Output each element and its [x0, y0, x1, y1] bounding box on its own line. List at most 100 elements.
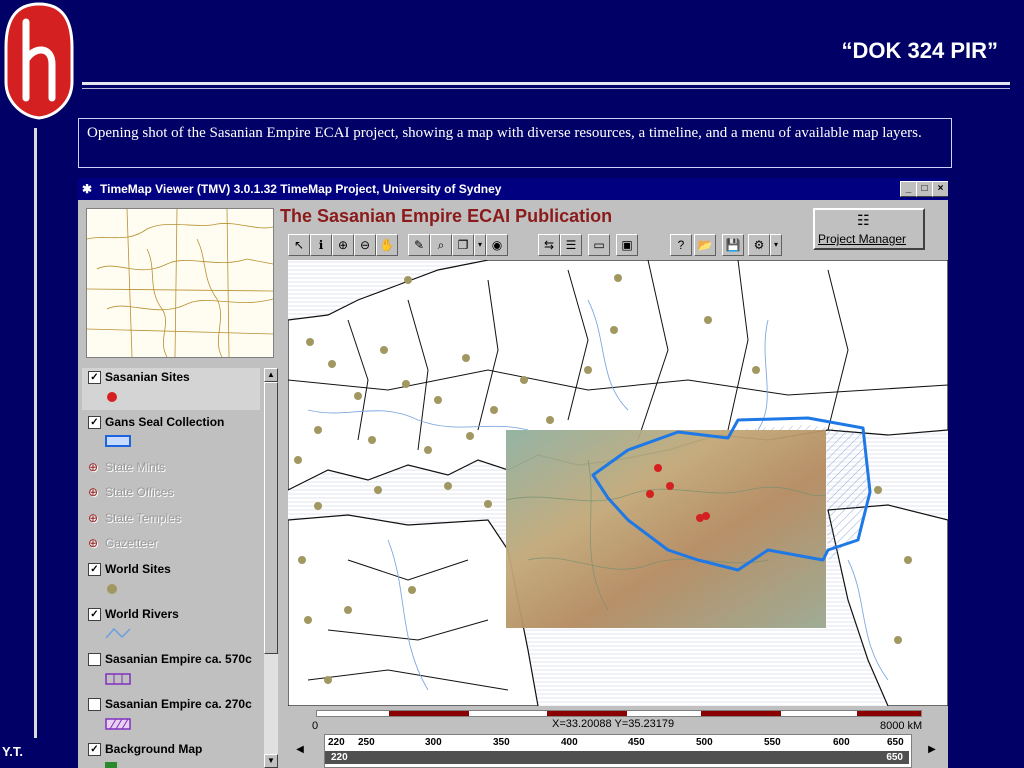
layer-checkbox[interactable]: [88, 653, 101, 667]
project-manager-button[interactable]: ☷ Project Manager: [813, 208, 925, 250]
layer-world-sites[interactable]: ✓ World Sites: [88, 562, 171, 578]
maximize-button[interactable]: □: [916, 181, 933, 197]
dropdown-icon[interactable]: ▾: [770, 234, 782, 256]
layer-label: Gans Seal Collection: [105, 415, 225, 429]
copy-icon[interactable]: ❐: [452, 234, 474, 256]
layer-label: World Rivers: [105, 607, 179, 621]
minimize-button[interactable]: _: [900, 181, 917, 197]
layer-state-offices[interactable]: ⊕ State Offices: [88, 485, 173, 501]
scale-end: 8000 kM: [880, 720, 923, 732]
arrange-icon[interactable]: ⇆: [538, 234, 560, 256]
layers-icon[interactable]: ☰: [560, 234, 582, 256]
magnifier-icon: ⊕: [88, 460, 99, 474]
layer-sasanian-sites[interactable]: ✓ Sasanian Sites: [88, 370, 190, 386]
layer-checkbox[interactable]: [88, 698, 101, 712]
help-icon[interactable]: ?: [670, 234, 692, 256]
timeline-tick: 400: [561, 737, 578, 748]
range-end: 650: [886, 752, 903, 763]
save-icon[interactable]: 💾: [722, 234, 744, 256]
window-title: TimeMap Viewer (TMV) 3.0.1.32 TimeMap Pr…: [100, 182, 502, 196]
pan-hand-icon[interactable]: ✋: [376, 234, 398, 256]
info-icon[interactable]: ℹ: [310, 234, 332, 256]
slide-footer: Y.T.: [2, 744, 23, 759]
scroll-down-icon[interactable]: ▼: [264, 754, 278, 768]
timeline-panel: 0 X=33.20088 Y=35.23179 8000 kM ◀ 220 25…: [288, 706, 948, 768]
layer-sasanian-empire-270[interactable]: Sasanian Empire ca. 270c: [88, 697, 252, 713]
timeline-right-arrow-icon[interactable]: ▶: [924, 740, 940, 760]
layer-checkbox[interactable]: ✓: [88, 416, 101, 430]
app-icon: ✱: [82, 182, 93, 196]
scale-bar: [316, 710, 922, 717]
layer-label: Sasanian Sites: [105, 370, 190, 384]
timeline-selected-range[interactable]: 220 650: [325, 751, 909, 764]
layer-gans-seal-collection[interactable]: ✓ Gans Seal Collection: [88, 415, 224, 431]
overview-map[interactable]: [86, 208, 274, 358]
zoom-out-icon[interactable]: ⊖: [354, 234, 376, 256]
timeline-tick: 300: [425, 737, 442, 748]
select-arrow-icon[interactable]: ↖: [288, 234, 310, 256]
timeline-tick: 450: [628, 737, 645, 748]
timeline-ticks: 220 250 300 350 400 450 500 550 600 650: [325, 737, 911, 749]
layer-label: State Offices: [105, 485, 174, 499]
layer-checkbox[interactable]: ✓: [88, 371, 101, 385]
overview-map-outlines: [87, 209, 273, 357]
relief-raster: [506, 430, 826, 628]
timeline-left-arrow-icon[interactable]: ◀: [292, 740, 308, 760]
dropdown-icon[interactable]: ▾: [474, 234, 486, 256]
range-start: 220: [331, 752, 348, 763]
timeline-ruler[interactable]: 220 250 300 350 400 450 500 550 600 650 …: [324, 734, 912, 768]
timeline-tick: 650: [887, 737, 904, 748]
magnifier-icon: ⊕: [88, 536, 99, 550]
olive-dot-legend-icon: [107, 584, 117, 594]
window-titlebar[interactable]: ✱ TimeMap Viewer (TMV) 3.0.1.32 TimeMap …: [78, 178, 948, 200]
green-box-legend-icon: [105, 762, 117, 768]
close-button[interactable]: ×: [932, 181, 948, 197]
layer-sasanian-empire-570[interactable]: Sasanian Empire ca. 570c: [88, 652, 252, 668]
layer-background-map[interactable]: ✓ Background Map: [88, 742, 202, 758]
project-manager-icon: ☷: [857, 212, 870, 228]
main-map[interactable]: [288, 260, 948, 706]
layer-world-rivers[interactable]: ✓ World Rivers: [88, 607, 179, 623]
timeline-tick: 220: [328, 737, 345, 748]
layers-panel: ✓ Sasanian Sites ✓ Gans Seal Collection ⊕ S…: [82, 368, 278, 768]
timeline-tick: 550: [764, 737, 781, 748]
slide-rule: [82, 82, 1010, 85]
slide-caption: Opening shot of the Sasanian Empire ECAI…: [78, 118, 952, 168]
scale-start: 0: [312, 720, 319, 732]
layer-label: Sasanian Empire ca. 570c: [105, 652, 252, 666]
layer-checkbox[interactable]: ✓: [88, 563, 101, 577]
river-line-legend-icon: [105, 627, 131, 639]
layer-checkbox[interactable]: ✓: [88, 743, 101, 757]
open-folder-icon[interactable]: 📂: [694, 234, 716, 256]
layers-scrollbar[interactable]: ▲ ▼: [264, 368, 278, 768]
tag-icon[interactable]: ✎: [408, 234, 430, 256]
scroll-up-icon[interactable]: ▲: [264, 368, 278, 382]
timeline-tick: 250: [358, 737, 375, 748]
university-logo: [4, 2, 74, 120]
timemap-viewer-window: ✱ TimeMap Viewer (TMV) 3.0.1.32 TimeMap …: [78, 178, 948, 768]
red-dot-legend-icon: [107, 392, 117, 402]
globe-icon[interactable]: ◉: [486, 234, 508, 256]
timeline-tick: 500: [696, 737, 713, 748]
cursor-coordinates: X=33.20088 Y=35.23179: [552, 718, 675, 730]
layer-state-temples[interactable]: ⊕ State Temples: [88, 511, 181, 527]
scroll-thumb[interactable]: [264, 382, 278, 654]
query-icon[interactable]: ⌕: [430, 234, 452, 256]
layer-label: Sasanian Empire ca. 270c: [105, 697, 252, 711]
blue-outline-legend-icon: [105, 435, 131, 447]
layer-state-mints[interactable]: ⊕ State Mints: [88, 460, 165, 476]
settings-icon[interactable]: ⚙: [748, 234, 770, 256]
layer-checkbox[interactable]: ✓: [88, 608, 101, 622]
layer-label: State Mints: [105, 460, 166, 474]
layer-gazetteer[interactable]: ⊕ Gazetteer: [88, 536, 158, 552]
purple-box-legend-icon: [105, 673, 131, 685]
layer-label: State Temples: [105, 511, 181, 525]
slide-vertical-rule: [34, 128, 37, 738]
zoom-in-icon[interactable]: ⊕: [332, 234, 354, 256]
slide-rule-thin: [82, 88, 1010, 89]
window-icon[interactable]: ▭: [588, 234, 610, 256]
map-canvas: [288, 260, 948, 706]
layer-label: World Sites: [105, 562, 171, 576]
magnifier-icon: ⊕: [88, 511, 99, 525]
image-icon[interactable]: ▣: [616, 234, 638, 256]
